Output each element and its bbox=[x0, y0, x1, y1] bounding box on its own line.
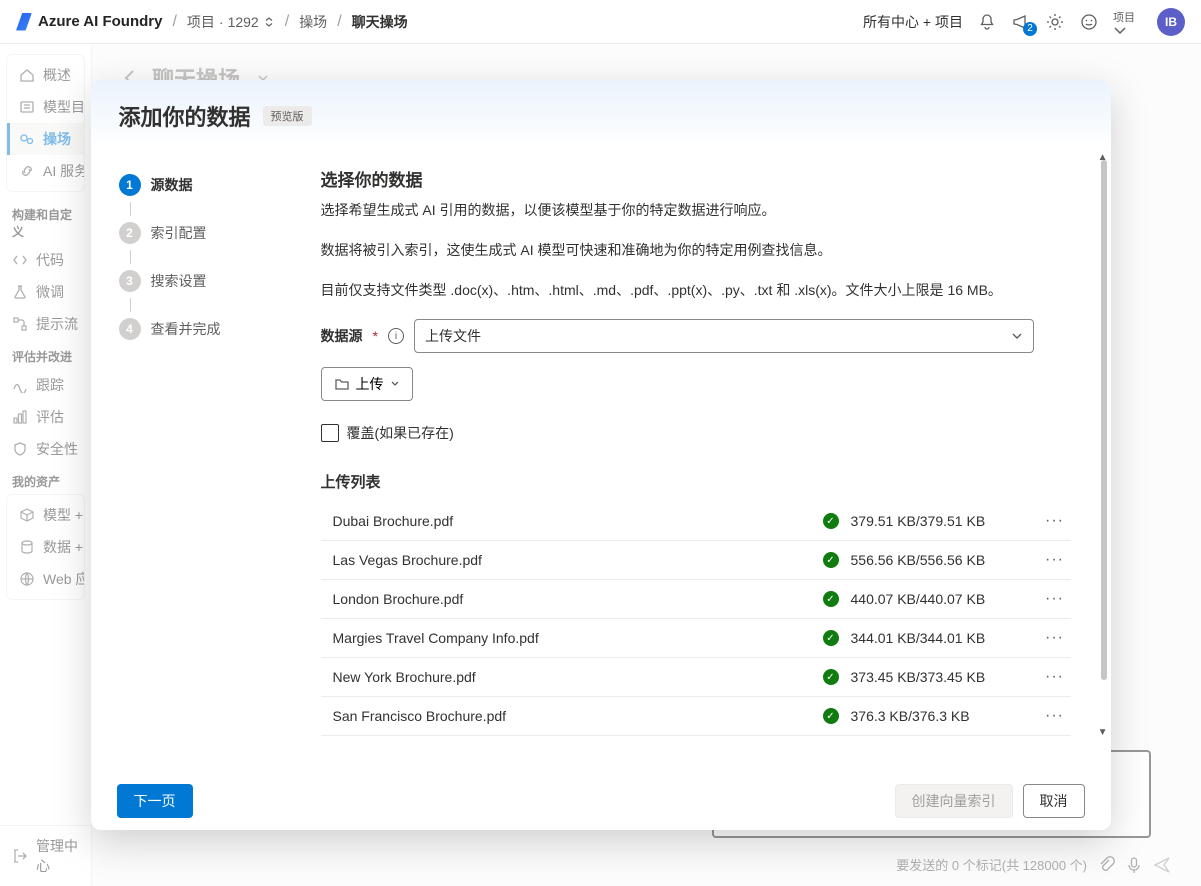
file-size: 556.56 KB/556.56 KB bbox=[851, 552, 1031, 568]
status-success-icon: ✓ bbox=[823, 669, 839, 685]
chevron-down-icon bbox=[1011, 330, 1023, 342]
wizard-step-4[interactable]: 4 查看并完成 bbox=[119, 312, 301, 346]
scroll-thumb[interactable] bbox=[1101, 160, 1107, 680]
step-connector bbox=[130, 298, 131, 312]
content-heading: 选择你的数据 bbox=[321, 166, 1071, 191]
file-name: San Francisco Brochure.pdf bbox=[325, 708, 811, 724]
content-p2: 数据将被引入索引，这使生成式 AI 模型可快速和准确地为你的特定用例查找信息。 bbox=[321, 239, 1071, 261]
file-name: New York Brochure.pdf bbox=[325, 669, 811, 685]
status-success-icon: ✓ bbox=[823, 591, 839, 607]
notification-badge: 2 bbox=[1023, 22, 1037, 36]
step-connector bbox=[130, 250, 131, 264]
modal-header: 添加你的数据 预览版 bbox=[91, 80, 1111, 148]
datasource-label: 数据源 bbox=[321, 326, 363, 346]
status-success-icon: ✓ bbox=[823, 552, 839, 568]
step-label: 索引配置 bbox=[151, 223, 207, 243]
file-row: Dubai Brochure.pdf ✓ 379.51 KB/379.51 KB ··… bbox=[321, 502, 1071, 541]
gear-icon[interactable] bbox=[1045, 12, 1065, 32]
upload-button[interactable]: 上传 bbox=[321, 367, 413, 401]
breadcrumb-separator: / bbox=[285, 13, 289, 31]
file-size: 344.01 KB/344.01 KB bbox=[851, 630, 1031, 646]
file-name: London Brochure.pdf bbox=[325, 591, 811, 607]
step-number: 2 bbox=[119, 222, 141, 244]
breadcrumb-project[interactable]: 项目 · 1292 bbox=[187, 12, 275, 32]
product-logo[interactable]: Azure AI Foundry bbox=[16, 13, 162, 31]
file-row: San Francisco Brochure.pdf ✓ 376.3 KB/376.… bbox=[321, 697, 1071, 736]
avatar[interactable]: IB bbox=[1157, 8, 1185, 36]
file-size: 440.07 KB/440.07 KB bbox=[851, 591, 1031, 607]
file-row: Margies Travel Company Info.pdf ✓ 344.01 K… bbox=[321, 619, 1071, 658]
overwrite-checkbox[interactable] bbox=[321, 424, 339, 442]
modal-title: 添加你的数据 bbox=[119, 100, 251, 132]
upload-list-title: 上传列表 bbox=[321, 471, 1071, 492]
content-p3: 目前仅支持文件类型 .doc(x)、.htm、.html、.md、.pdf、.p… bbox=[321, 279, 1071, 301]
status-success-icon: ✓ bbox=[823, 513, 839, 529]
top-nav-bar: Azure AI Foundry / 项目 · 1292 / 操场 / 聊天操场… bbox=[0, 0, 1201, 44]
file-list: Dubai Brochure.pdf ✓ 379.51 KB/379.51 KB ··… bbox=[321, 502, 1071, 736]
modal-overlay: 添加你的数据 预览版 1 源数据 2 索引配置 3 搜索设置 4 查看并完成 选择你的数据 选… bbox=[0, 44, 1201, 886]
modal-content: 选择你的数据 选择希望生成式 AI 引用的数据，以便该模型基于你的特定数据进行响… bbox=[321, 148, 1111, 772]
overwrite-label: 覆盖(如果已存在) bbox=[347, 423, 454, 443]
topbar-actions: 所有中心 + 项目 2 项目 IB bbox=[863, 8, 1185, 36]
cancel-button[interactable]: 取消 bbox=[1023, 784, 1085, 818]
row-menu-button[interactable]: ··· bbox=[1043, 668, 1067, 686]
row-menu-button[interactable]: ··· bbox=[1043, 512, 1067, 530]
add-data-modal: 添加你的数据 预览版 1 源数据 2 索引配置 3 搜索设置 4 查看并完成 选择你的数据 选… bbox=[91, 80, 1111, 830]
step-number: 4 bbox=[119, 318, 141, 340]
create-index-button: 创建向量索引 bbox=[895, 784, 1013, 818]
wizard-step-1[interactable]: 1 源数据 bbox=[119, 168, 301, 202]
file-row: Las Vegas Brochure.pdf ✓ 556.56 KB/556.56 … bbox=[321, 541, 1071, 580]
smiley-icon[interactable] bbox=[1079, 12, 1099, 32]
row-menu-button[interactable]: ··· bbox=[1043, 551, 1067, 569]
all-hubs-link[interactable]: 所有中心 + 项目 bbox=[863, 12, 963, 32]
info-icon[interactable]: i bbox=[388, 328, 404, 344]
datasource-field: 数据源 * i 上传文件 bbox=[321, 319, 1071, 353]
step-number: 1 bbox=[119, 174, 141, 196]
folder-icon bbox=[334, 376, 350, 392]
wizard-step-3[interactable]: 3 搜索设置 bbox=[119, 264, 301, 298]
wizard-step-2[interactable]: 2 索引配置 bbox=[119, 216, 301, 250]
content-p1: 选择希望生成式 AI 引用的数据，以便该模型基于你的特定数据进行响应。 bbox=[321, 199, 1071, 221]
step-number: 3 bbox=[119, 270, 141, 292]
row-menu-button[interactable]: ··· bbox=[1043, 629, 1067, 647]
step-label: 搜索设置 bbox=[151, 271, 207, 291]
chevron-down-icon bbox=[390, 379, 400, 389]
file-row: London Brochure.pdf ✓ 440.07 KB/440.07 KB ·… bbox=[321, 580, 1071, 619]
preview-badge: 预览版 bbox=[263, 106, 312, 126]
modal-footer: 下一页 创建向量索引 取消 bbox=[91, 772, 1111, 830]
breadcrumb-separator: / bbox=[172, 13, 176, 31]
step-connector bbox=[130, 202, 131, 216]
chevron-updown-icon bbox=[263, 16, 275, 28]
file-size: 376.3 KB/376.3 KB bbox=[851, 708, 1031, 724]
breadcrumb-playground[interactable]: 操场 bbox=[299, 12, 327, 32]
file-size: 373.45 KB/373.45 KB bbox=[851, 669, 1031, 685]
chevron-down-icon bbox=[1113, 25, 1127, 35]
file-size: 379.51 KB/379.51 KB bbox=[851, 513, 1031, 529]
breadcrumb-chat-playground: 聊天操场 bbox=[352, 12, 408, 32]
wizard-steps: 1 源数据 2 索引配置 3 搜索设置 4 查看并完成 bbox=[91, 148, 321, 772]
megaphone-icon[interactable]: 2 bbox=[1011, 12, 1031, 32]
product-name: Azure AI Foundry bbox=[38, 13, 162, 30]
project-dropdown[interactable]: 项目 bbox=[1113, 9, 1143, 35]
next-button[interactable]: 下一页 bbox=[117, 784, 193, 818]
overwrite-checkbox-row: 覆盖(如果已存在) bbox=[321, 423, 1071, 443]
row-menu-button[interactable]: ··· bbox=[1043, 590, 1067, 608]
scroll-down-icon[interactable]: ▼ bbox=[1098, 727, 1108, 738]
step-label: 源数据 bbox=[151, 175, 193, 195]
datasource-select[interactable]: 上传文件 bbox=[414, 319, 1034, 353]
scrollbar[interactable]: ▲ ▼ bbox=[1099, 160, 1107, 720]
row-menu-button[interactable]: ··· bbox=[1043, 707, 1067, 725]
status-success-icon: ✓ bbox=[823, 708, 839, 724]
status-success-icon: ✓ bbox=[823, 630, 839, 646]
file-row: New York Brochure.pdf ✓ 373.45 KB/373.45 K… bbox=[321, 658, 1071, 697]
breadcrumb: Azure AI Foundry / 项目 · 1292 / 操场 / 聊天操场 bbox=[16, 12, 408, 32]
file-name: Margies Travel Company Info.pdf bbox=[325, 630, 811, 646]
azure-logo-icon bbox=[16, 13, 32, 31]
file-name: Dubai Brochure.pdf bbox=[325, 513, 811, 529]
bell-icon[interactable] bbox=[977, 12, 997, 32]
file-name: Las Vegas Brochure.pdf bbox=[325, 552, 811, 568]
step-label: 查看并完成 bbox=[151, 319, 221, 339]
breadcrumb-separator: / bbox=[337, 13, 341, 31]
required-indicator: * bbox=[373, 328, 378, 344]
